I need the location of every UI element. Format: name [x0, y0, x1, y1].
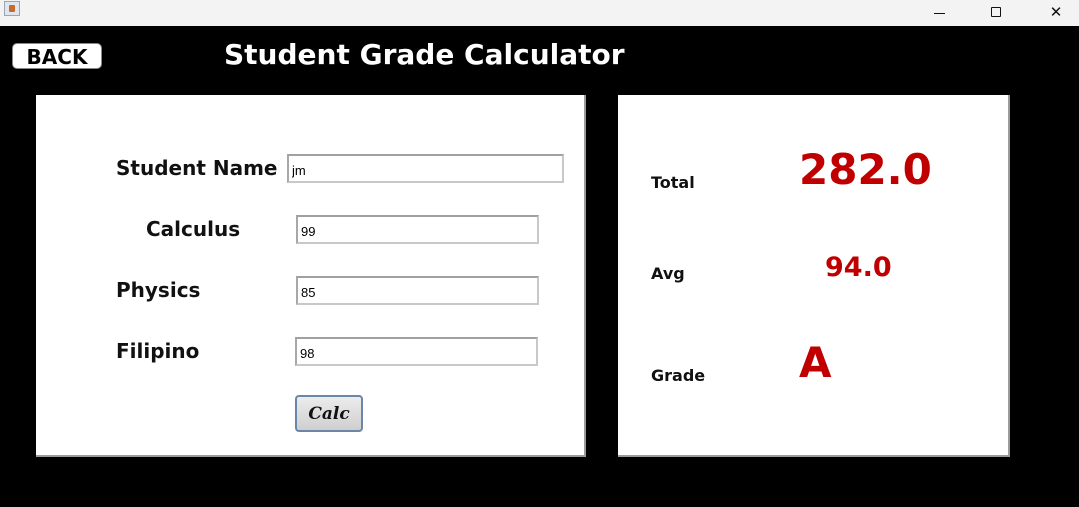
grade-label: Grade [651, 366, 706, 385]
physics-input[interactable] [296, 276, 539, 305]
maximize-button[interactable] [973, 0, 1019, 24]
close-button[interactable]: ✕ [1033, 0, 1079, 24]
filipino-label: Filipino [116, 339, 200, 363]
calculus-label: Calculus [146, 217, 241, 241]
page-title: Student Grade Calculator [224, 38, 625, 71]
avg-label: Avg [651, 264, 685, 283]
calc-button[interactable]: Calc [295, 395, 363, 432]
physics-label: Physics [116, 278, 201, 302]
close-icon: ✕ [1049, 3, 1063, 21]
result-panel: Total 282.0 Avg 94.0 Grade A [618, 95, 1010, 457]
total-label: Total [651, 173, 695, 192]
total-value: 282.0 [799, 145, 932, 194]
filipino-input[interactable] [295, 337, 538, 366]
minimize-icon [933, 12, 945, 14]
student-name-label: Student Name [116, 156, 278, 180]
calculus-input[interactable] [296, 215, 539, 244]
maximize-icon [991, 7, 1001, 17]
java-app-icon [4, 1, 20, 16]
window-title-bar: ✕ [0, 0, 1079, 26]
student-name-input[interactable] [287, 154, 564, 183]
minimize-button[interactable] [916, 0, 962, 24]
avg-value: 94.0 [825, 252, 892, 283]
back-button[interactable]: BACK [12, 43, 102, 69]
input-panel: Student Name Calculus Physics Filipino C… [36, 95, 586, 457]
grade-value: A [799, 338, 832, 387]
